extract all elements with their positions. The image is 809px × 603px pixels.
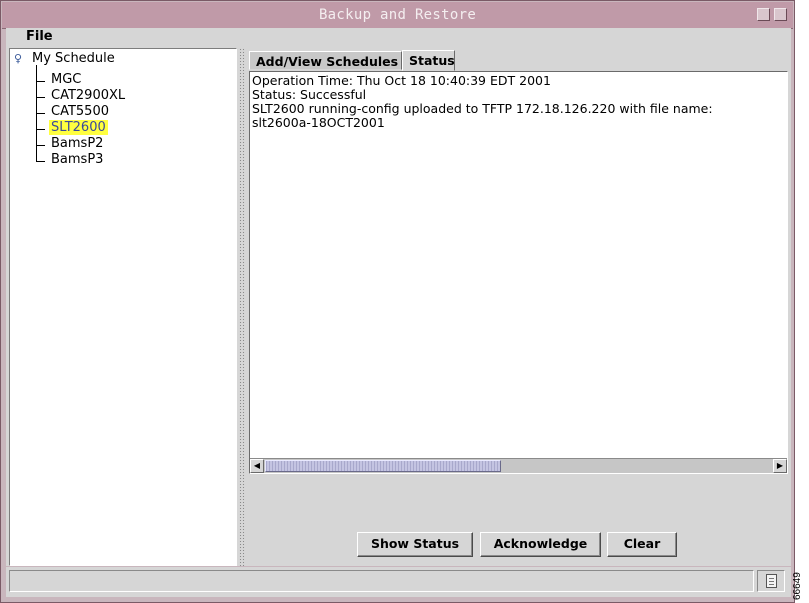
menu-bar: File [6,28,791,48]
window-title: Backup and Restore [318,7,477,23]
tree-item-label: CAT5500 [51,104,109,119]
tree-item-label: BamsP3 [51,152,104,167]
tree-item-label: MGC [51,72,82,87]
tree-connector [36,145,45,162]
tree-connector [36,97,45,114]
maximize-button[interactable] [774,8,787,21]
status-bar-message [9,570,754,592]
tree-connector [36,81,45,98]
tab-add-view-schedules[interactable]: Add/View Schedules [249,51,402,70]
scroll-left-icon[interactable]: ◀ [250,459,264,473]
scroll-right-icon[interactable]: ▶ [773,459,787,473]
split-pane-divider[interactable] [239,48,245,566]
main-content: ♀ My Schedule MGC CAT2900XL CAT5500 SLT2… [6,46,791,566]
acknowledge-button[interactable]: Acknowledge [480,532,601,557]
tree-root-label: My Schedule [32,51,115,66]
schedule-tree[interactable]: ♀ My Schedule MGC CAT2900XL CAT5500 SLT2… [9,48,237,566]
minimize-button[interactable] [757,8,770,21]
status-line: SLT2600 running-config uploaded to TFTP … [252,101,713,116]
figure-id-label: 66649 [792,572,803,600]
tree-connector [36,113,45,130]
tree-item-label: SLT2600 [49,120,108,135]
status-line: slt2600a-18OCT2001 [252,115,385,130]
tree-expand-icon[interactable]: ♀ [14,53,24,65]
menu-file[interactable]: File [26,29,53,44]
tree-connector [36,65,45,82]
tab-status[interactable]: Status [402,50,455,71]
horizontal-scrollbar[interactable]: ◀ ▶ [250,458,787,473]
backup-restore-window: Backup and Restore File ♀ My Schedule MG… [0,0,795,603]
status-line: Status: Successful [252,87,367,102]
title-bar[interactable]: Backup and Restore [2,2,793,29]
scrollbar-thumb[interactable] [265,460,501,472]
status-output: Operation Time: Thu Oct 18 10:40:39 EDT … [252,74,713,130]
status-text-area[interactable]: Operation Time: Thu Oct 18 10:40:39 EDT … [249,71,788,474]
tree-item-label: BamsP2 [51,136,104,151]
show-status-button[interactable]: Show Status [357,532,473,557]
status-line: Operation Time: Thu Oct 18 10:40:39 EDT … [252,73,551,88]
document-icon-button[interactable] [757,570,785,592]
document-icon [766,574,777,588]
clear-button[interactable]: Clear [607,532,677,557]
status-bar [6,567,791,597]
tree-connector [36,129,45,146]
tree-item-label: CAT2900XL [51,88,126,103]
